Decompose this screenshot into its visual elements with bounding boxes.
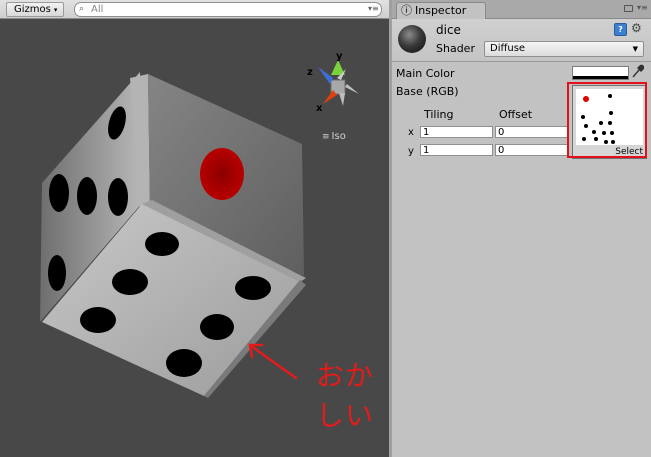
inspector-panel: ⓘ Inspector ▾≡ dice Shader Diffuse ▼ ? ⚙…: [392, 0, 651, 457]
chevron-down-icon: ▾: [53, 6, 58, 14]
offset-y-field[interactable]: 0: [495, 144, 568, 156]
tab-inspector[interactable]: ⓘ Inspector: [396, 2, 486, 19]
projection-toggle[interactable]: ≡ Iso: [322, 131, 346, 142]
eyedropper-icon[interactable]: [632, 64, 645, 82]
offset-x-field[interactable]: 0: [495, 126, 568, 138]
main-color-label: Main Color: [396, 67, 455, 80]
annotation-text: おかしい: [316, 359, 375, 432]
gear-icon[interactable]: ⚙: [631, 21, 642, 35]
pip: [166, 349, 202, 377]
pip-red: [200, 148, 244, 200]
pip: [112, 269, 148, 295]
chevron-down-icon: ▼: [632, 45, 638, 53]
tiling-x-field[interactable]: 1: [420, 126, 493, 138]
info-icon: ⓘ: [401, 4, 412, 17]
panel-menu-icon[interactable]: ▾≡: [637, 3, 648, 12]
pip: [80, 307, 116, 333]
pip: [108, 178, 128, 216]
material-header: dice Shader Diffuse ▼ ? ⚙: [392, 19, 651, 62]
gizmos-label: Gizmos: [14, 4, 51, 15]
scene-view[interactable]: y z x Gizmos ▾ ⌕ All ▾≡ ≡ Iso おかしい: [0, 0, 389, 457]
scene-search-input[interactable]: ⌕ All: [74, 2, 382, 17]
search-icon: ⌕: [79, 4, 85, 14]
scene-gizmo[interactable]: y z x: [307, 51, 359, 114]
shader-label: Shader: [436, 42, 475, 55]
lock-icon[interactable]: [624, 5, 633, 12]
iso-lines-icon: ≡: [322, 132, 330, 142]
pip: [77, 177, 97, 215]
pip: [48, 255, 66, 291]
pip: [235, 276, 271, 300]
x-label: x: [408, 127, 414, 138]
gizmos-dropdown[interactable]: Gizmos ▾: [6, 2, 65, 17]
help-icon[interactable]: ?: [614, 23, 627, 36]
annotation-arrow: [248, 343, 298, 380]
pip: [145, 232, 179, 256]
shader-value: Diffuse: [490, 43, 526, 54]
pip: [200, 314, 234, 340]
annotation-highlight-box: [567, 82, 647, 158]
gizmo-x-label: x: [316, 103, 323, 114]
material-preview-sphere: [398, 25, 426, 53]
alpha-bar: [573, 76, 628, 79]
inspector-tabbar: ⓘ Inspector ▾≡: [392, 0, 651, 19]
tab-inspector-label: Inspector: [415, 4, 467, 17]
material-name: dice: [436, 23, 461, 37]
projection-label: Iso: [331, 131, 346, 142]
tiling-label: Tiling: [424, 108, 454, 121]
pip: [49, 174, 69, 212]
base-texture-label: Base (RGB): [396, 85, 459, 98]
gizmo-y-label: y: [336, 51, 343, 62]
panel-menu-icon[interactable]: ▾≡: [368, 4, 379, 13]
search-placeholder: All: [91, 4, 104, 15]
shader-dropdown[interactable]: Diffuse ▼: [484, 41, 644, 57]
scene-toolbar: Gizmos ▾ ⌕ All ▾≡: [0, 0, 389, 19]
main-color-swatch[interactable]: [572, 66, 629, 80]
y-label: y: [408, 146, 414, 157]
gizmo-z-label: z: [307, 67, 313, 78]
tiling-y-field[interactable]: 1: [420, 144, 493, 156]
offset-label: Offset: [499, 108, 533, 121]
